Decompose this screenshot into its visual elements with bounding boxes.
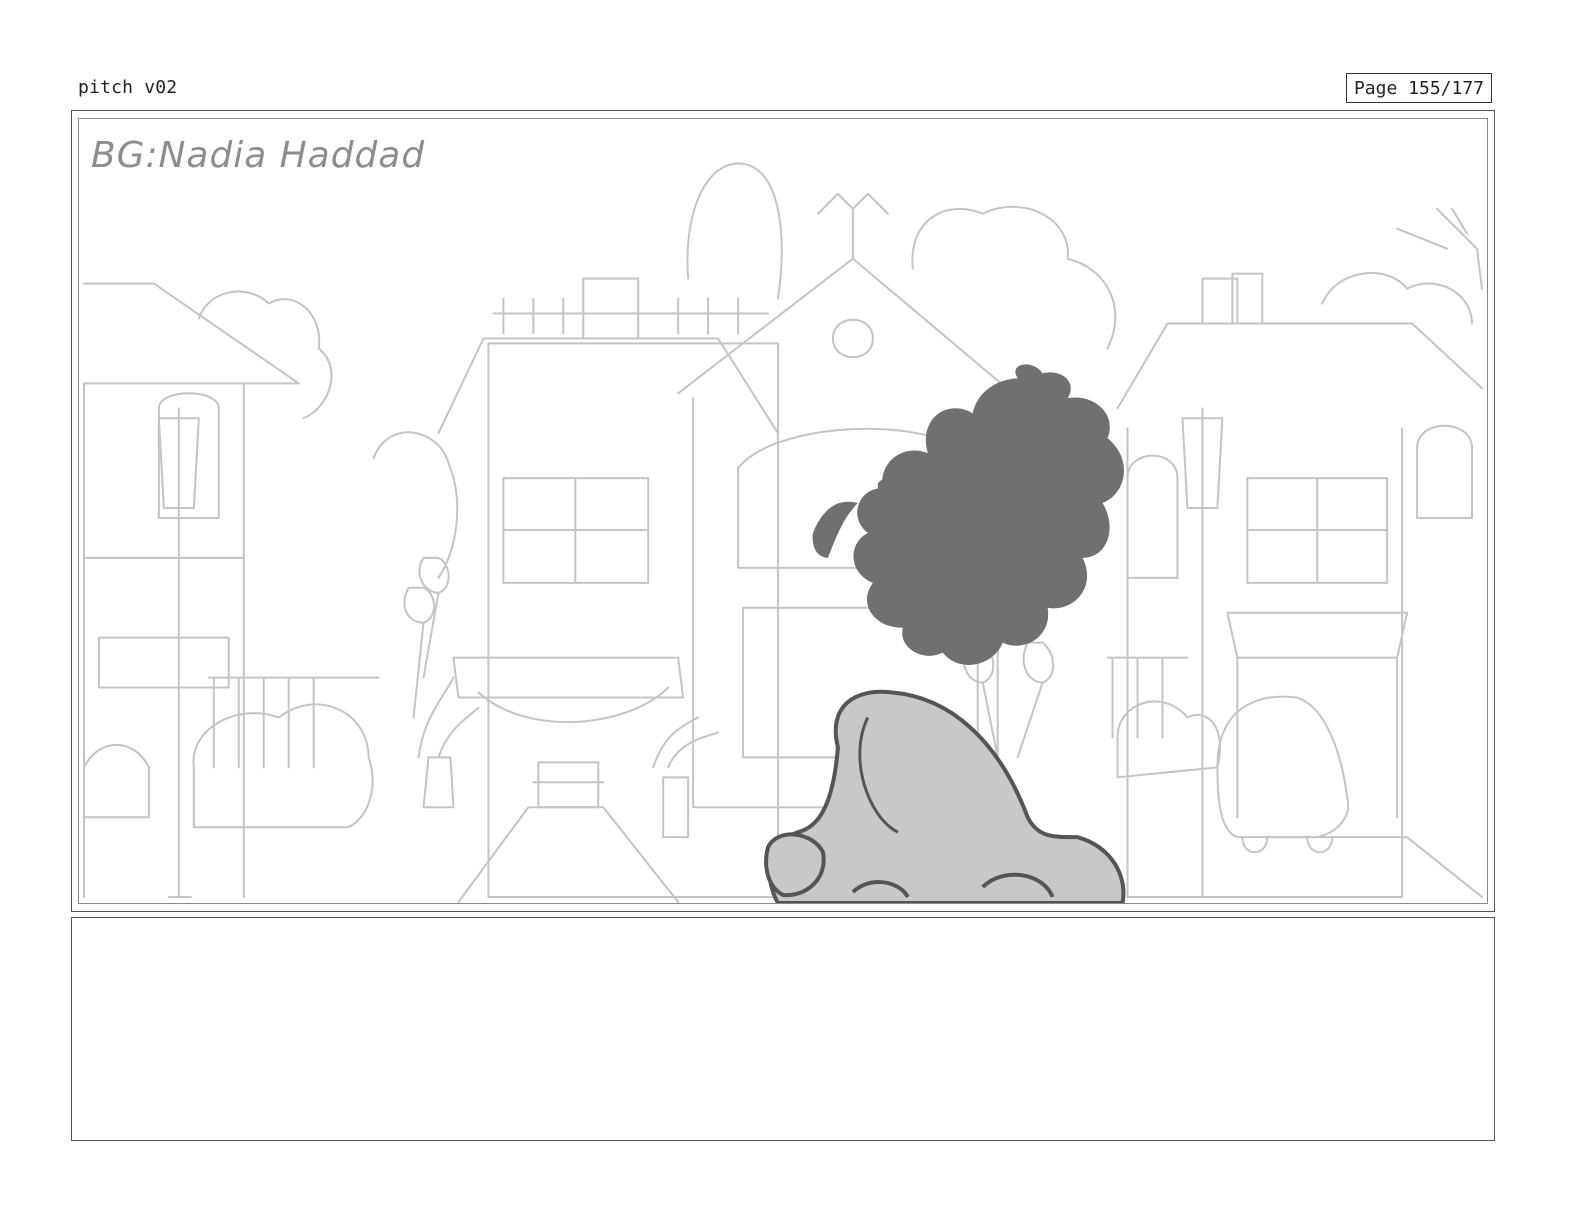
tree-sketch [1321, 272, 1474, 325]
right-house-sketch [1246, 477, 1389, 584]
document-title: pitch v02 [78, 77, 178, 98]
tree-sketch [911, 205, 1117, 350]
left-house-sketch [82, 282, 300, 385]
panel-sketch: BG:Nadia Haddad [82, 135, 1484, 903]
character-hair-tuft [812, 501, 858, 558]
center-house-sketch [492, 297, 770, 335]
page-counter: Page 155/177 [1346, 73, 1492, 103]
right-house-sketch [1126, 427, 1404, 899]
tree-sketch [197, 290, 333, 420]
right-house-sketch [1201, 272, 1264, 325]
left-house-sketch [97, 636, 230, 689]
character-hair [853, 364, 1124, 665]
right-house-sketch [1416, 424, 1474, 519]
hedge-sketch [82, 744, 150, 819]
plant-sketch [652, 716, 720, 839]
path-sketch [457, 806, 680, 903]
center-house-sketch [487, 342, 780, 899]
lamppost-sketch [1181, 407, 1224, 899]
storyboard-panel: BG:Nadia Haddad [71, 110, 1495, 912]
garage-sketch [1226, 611, 1409, 819]
character-hand [764, 689, 1126, 903]
balloon-sketch [403, 586, 435, 719]
tree-sketch [1396, 207, 1484, 290]
tree-sketch [372, 431, 459, 579]
balloon-sketch [418, 556, 450, 679]
path-sketch [1266, 836, 1484, 899]
tree-sketch [686, 162, 783, 300]
gabled-house-sketch [677, 257, 1014, 395]
right-house-sketch [1126, 454, 1179, 579]
car-sketch [1241, 836, 1334, 853]
center-house-sketch [582, 277, 640, 340]
hedge-sketch [1116, 700, 1222, 779]
bg-artist-credit: BG:Nadia Haddad [91, 135, 425, 176]
bat-weathervane-sketch [816, 192, 889, 260]
hedge-sketch [192, 703, 374, 829]
right-house-sketch [1116, 322, 1484, 410]
balloon-sketch [1016, 641, 1055, 759]
center-house-sketch [502, 477, 650, 584]
panel-notes-box [71, 917, 1495, 1141]
stairs-sketch [532, 761, 605, 809]
left-house-sketch [157, 392, 220, 519]
panel-drawing-area: BG:Nadia Haddad [78, 118, 1488, 904]
gabled-house-sketch [831, 318, 874, 359]
fence-sketch [207, 676, 380, 769]
